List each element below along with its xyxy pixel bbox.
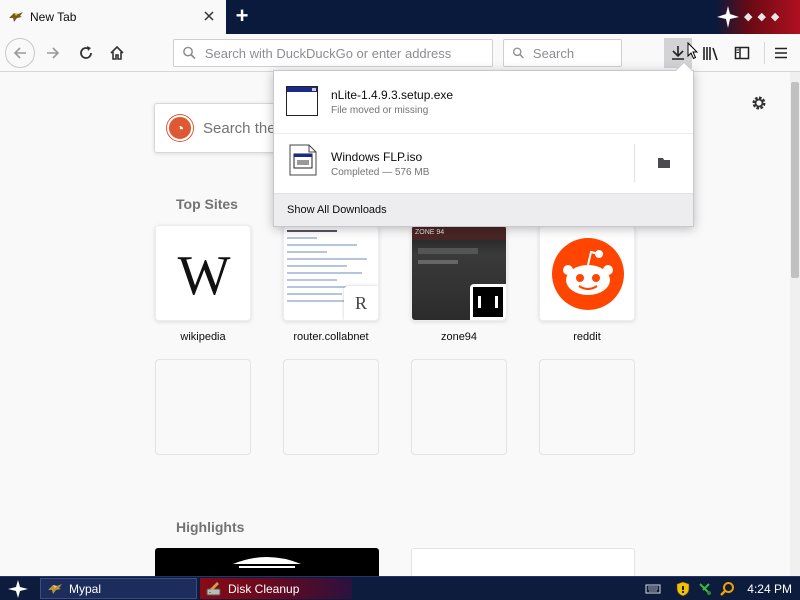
sidebar-button[interactable] — [728, 38, 756, 68]
url-bar[interactable] — [173, 39, 493, 67]
taskbar-item-disk-cleanup[interactable]: Disk Cleanup — [200, 578, 352, 599]
page-scrollbar[interactable] — [790, 72, 800, 576]
tab-strip: New Tab + ◆◆◆ — [0, 0, 800, 34]
download-filename: nLite-1.4.9.3.setup.exe — [331, 88, 454, 102]
download-item-separator — [634, 144, 635, 182]
back-button[interactable] — [5, 38, 35, 68]
top-site-tile[interactable]: ZONE 94 — [411, 225, 507, 321]
exe-file-icon — [286, 86, 318, 116]
download-status: Completed — 576 MB — [331, 167, 430, 178]
home-icon — [110, 45, 124, 60]
top-site-tile[interactable]: W — [155, 225, 251, 321]
wikipedia-logo-icon: W — [177, 245, 231, 307]
bank-building-icon — [233, 557, 301, 568]
empty-site-tile[interactable] — [539, 359, 635, 455]
taskbar-item-mypal[interactable]: Mypal — [40, 578, 197, 599]
reload-button[interactable] — [71, 38, 101, 68]
system-tray: 4:24 PM — [639, 578, 800, 599]
tab-title: New Tab — [30, 10, 77, 24]
library-button[interactable] — [697, 38, 725, 68]
empty-site-tile[interactable] — [155, 359, 251, 455]
mypal-bird-icon — [48, 583, 62, 594]
hamburger-menu-icon — [775, 47, 787, 59]
pale-moon-bird-icon — [9, 12, 23, 22]
gear-icon[interactable] — [750, 94, 768, 112]
star-icon — [8, 580, 28, 598]
toolbar-separator — [764, 42, 765, 64]
disk-cleanup-icon — [206, 581, 221, 595]
sidebar-icon — [734, 46, 750, 60]
router-badge-icon: R — [344, 286, 378, 320]
scrollbar-thumb[interactable] — [791, 82, 799, 278]
close-icon[interactable] — [202, 9, 216, 23]
security-shield-icon[interactable] — [675, 581, 691, 597]
zone94-header-text: ZONE 94 — [412, 226, 506, 240]
download-item[interactable]: nLite-1.4.9.3.setup.exe File moved or mi… — [274, 72, 693, 132]
show-all-downloads-button[interactable]: Show All Downloads — [274, 193, 693, 226]
search-bar[interactable] — [503, 39, 622, 67]
highlights-title: Highlights — [176, 519, 245, 535]
search-input[interactable] — [532, 45, 621, 61]
taskbar-item-label: Mypal — [69, 581, 102, 596]
download-status: File moved or missing — [331, 105, 429, 116]
top-site-tile[interactable] — [539, 225, 635, 321]
theme-decoration: ◆◆◆ — [716, 0, 800, 34]
tab-new-tab[interactable]: New Tab — [0, 0, 226, 34]
diamond-ornament: ◆◆◆ — [744, 11, 785, 23]
folder-icon[interactable] — [654, 154, 674, 172]
reddit-logo-icon — [552, 238, 624, 310]
library-icon — [703, 47, 718, 61]
url-input[interactable] — [204, 45, 492, 61]
magnifier-icon[interactable] — [719, 581, 735, 597]
reload-icon — [80, 46, 92, 59]
new-tab-button[interactable]: + — [230, 5, 254, 29]
duckduckgo-logo-icon: ◔ — [167, 115, 193, 141]
search-icon — [183, 46, 196, 60]
star-icon — [717, 6, 739, 28]
top-site-label: reddit — [573, 331, 601, 343]
top-site-label: router.collabnet — [293, 331, 369, 343]
iso-file-icon — [289, 144, 317, 176]
download-arrow-icon — [672, 46, 684, 60]
top-site-label: wikipedia — [180, 331, 226, 343]
network-icon[interactable] — [697, 581, 713, 597]
top-site-label: zone94 — [440, 331, 478, 343]
mouse-cursor-icon — [687, 42, 699, 60]
download-item[interactable]: Windows FLP.iso Completed — 576 MB — [274, 133, 693, 193]
top-site-tile[interactable]: R — [283, 225, 379, 321]
highlight-card[interactable] — [155, 548, 379, 576]
top-sites-title: Top Sites — [176, 196, 238, 212]
keyboard-icon[interactable] — [645, 581, 661, 597]
menu-button[interactable] — [767, 38, 795, 68]
arrow-right-icon — [47, 47, 60, 59]
taskbar-clock[interactable]: 4:24 PM — [747, 582, 792, 596]
zone94-badge-icon — [470, 284, 506, 320]
arrow-left-icon — [13, 47, 26, 59]
empty-site-tile[interactable] — [411, 359, 507, 455]
highlight-card[interactable] — [411, 548, 635, 576]
empty-site-tile[interactable] — [283, 359, 379, 455]
taskbar: Mypal Disk Cleanup 4:24 PM — [0, 576, 800, 600]
home-button[interactable] — [102, 38, 132, 68]
page-search-placeholder: Search the — [203, 119, 276, 137]
start-button[interactable] — [2, 578, 34, 600]
downloads-panel: nLite-1.4.9.3.setup.exe File moved or mi… — [273, 61, 694, 227]
download-filename: Windows FLP.iso — [331, 150, 423, 164]
search-icon — [512, 47, 524, 59]
taskbar-item-label: Disk Cleanup — [228, 581, 300, 596]
forward-button[interactable] — [38, 38, 68, 68]
